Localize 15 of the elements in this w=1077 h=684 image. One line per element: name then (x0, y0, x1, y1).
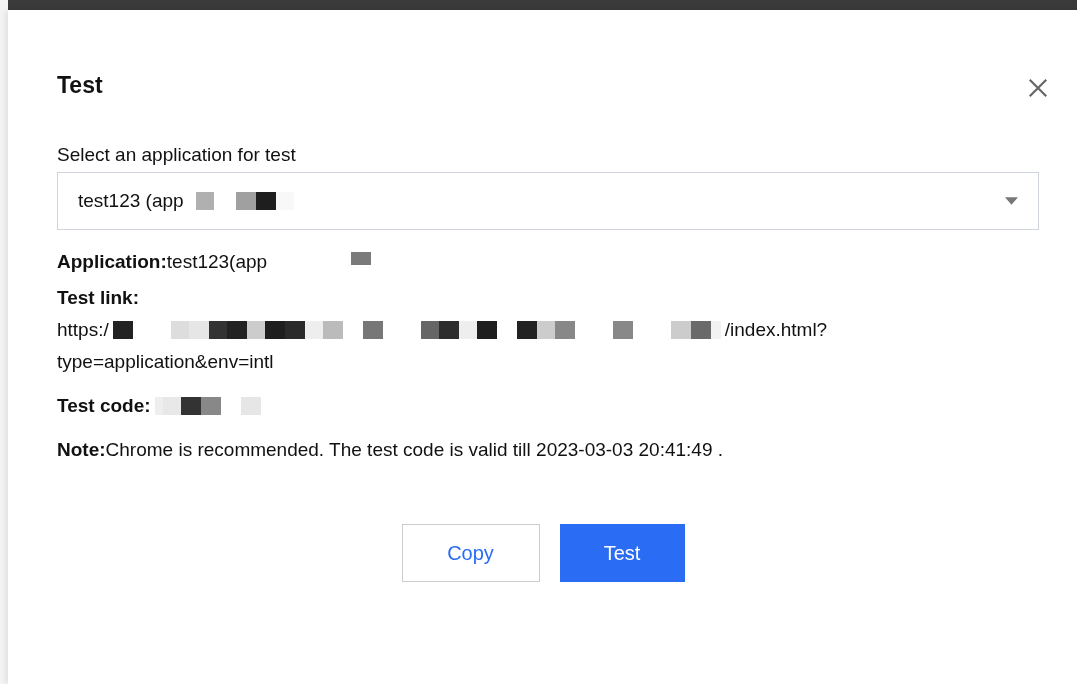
pixelated-redaction-drawing (351, 252, 372, 265)
test-link-text: https:/ (57, 318, 109, 342)
test-code-label: Test code: (57, 394, 151, 418)
field-label: Select an application for test (57, 144, 297, 166)
close-icon[interactable] (1027, 77, 1049, 99)
note-text: Note:Chrome is recommended. The test code is valid till 2023-03-03 20:41:49 . (57, 438, 724, 462)
caret-icon (1005, 196, 1018, 206)
test-link-text: type=application&env=intl (57, 350, 274, 374)
copy-button[interactable]: Copy (401, 524, 540, 582)
application-select[interactable]: test123 (app (57, 172, 1039, 230)
test-button[interactable]: Test (559, 524, 685, 582)
test-link-label: Test link: (57, 286, 139, 310)
dialog-title: Test (57, 71, 103, 99)
application-info: Application:test123(app (57, 250, 268, 274)
test-link-text: /index.html? (724, 318, 828, 342)
